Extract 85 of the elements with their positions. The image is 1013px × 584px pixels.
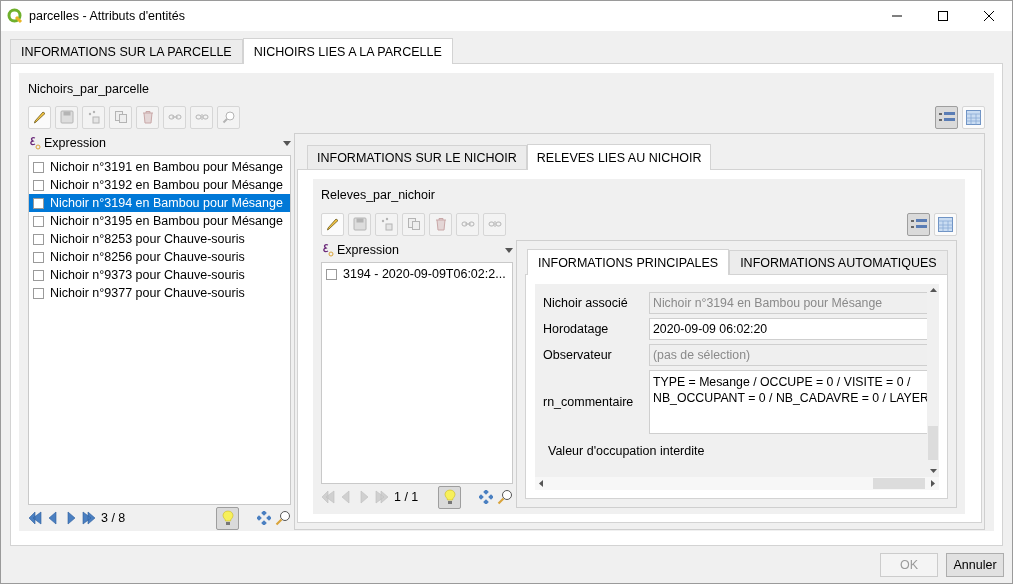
- zoom-icon[interactable]: [275, 510, 291, 526]
- feature-list-item[interactable]: Nichoir n°3192 en Bambou pour Mésange: [29, 176, 290, 194]
- tab[interactable]: INFORMATIONS SUR LA PARCELLE: [10, 39, 243, 63]
- tab[interactable]: INFORMATIONS PRINCIPALES: [527, 249, 730, 275]
- input-field[interactable]: 2020-09-09 06:02:20: [649, 318, 927, 340]
- checkbox[interactable]: [326, 268, 337, 280]
- field-label: Nichoir associé: [543, 296, 629, 310]
- table-view-icon: [966, 109, 981, 125]
- dropdown-caret-icon[interactable]: [505, 247, 513, 253]
- duplicate-icon: [113, 110, 128, 124]
- form-view-button[interactable]: [935, 105, 958, 129]
- form-view-button[interactable]: [907, 212, 930, 236]
- window-title: parcelles - Attributs d'entités: [29, 9, 186, 23]
- feature-list-item[interactable]: Nichoir n°8256 pour Chauve-souris: [29, 248, 290, 266]
- tab[interactable]: RELEVES LIES AU NICHOIR: [526, 144, 712, 170]
- scroll-up-arrow-icon[interactable]: [929, 288, 937, 292]
- tab[interactable]: NICHOIRS LIES A LA PARCELLE: [242, 38, 453, 64]
- feature-list-item[interactable]: Nichoir n°9373 pour Chauve-souris: [29, 266, 290, 284]
- table-view-button[interactable]: [934, 212, 957, 236]
- pencil-icon: [325, 217, 340, 231]
- zoom-icon: [221, 110, 236, 124]
- field-label: Horodatage: [543, 322, 610, 336]
- form-view-icon: [910, 218, 927, 230]
- record-counter: 1 / 1: [394, 490, 420, 504]
- vertical-scrollbar[interactable]: [927, 284, 939, 477]
- form-view-icon: [938, 111, 955, 123]
- expression-label: Expression: [44, 136, 107, 150]
- app-logo-icon: [7, 8, 23, 24]
- feature-list-item[interactable]: Nichoir n°9377 pour Chauve-souris: [29, 284, 290, 302]
- right-arrow-icon[interactable]: [64, 511, 78, 525]
- relation-title: Releves_par_nichoir: [321, 187, 436, 203]
- section-label: Valeur d'occupation interdite: [548, 444, 706, 458]
- pencil-icon: [32, 110, 47, 124]
- trash-icon: [433, 217, 448, 231]
- tab[interactable]: INFORMATIONS SUR LE NICHOIR: [307, 145, 527, 169]
- expression-icon: [28, 135, 42, 151]
- scroll-down-arrow-icon[interactable]: [929, 469, 937, 473]
- lightbulb-icon: [221, 510, 234, 526]
- feature-list-item[interactable]: Nichoir n°3195 en Bambou pour Mésange: [29, 212, 290, 230]
- horizontal-scrollbar[interactable]: [535, 477, 939, 490]
- field-label: Observateur: [543, 348, 613, 362]
- checkbox[interactable]: [33, 287, 44, 299]
- add-feature-icon: [86, 110, 101, 124]
- maximize-icon: [938, 11, 948, 21]
- edit-button[interactable]: [28, 105, 51, 129]
- pan-icon[interactable]: [479, 490, 493, 504]
- expression-label: Expression: [337, 243, 400, 257]
- checkbox[interactable]: [33, 251, 44, 263]
- feature-list-item[interactable]: 3194 - 2020-09-09T06:02:2...: [322, 265, 512, 283]
- dropdown-caret-icon[interactable]: [283, 140, 291, 146]
- record-counter: 3 / 8: [101, 511, 127, 525]
- checkbox[interactable]: [33, 269, 44, 281]
- scrollbar-thumb[interactable]: [928, 426, 938, 460]
- table-view-icon: [938, 216, 953, 232]
- scroll-right-arrow-icon[interactable]: [931, 480, 935, 487]
- checkbox[interactable]: [33, 197, 44, 209]
- checkbox[interactable]: [33, 215, 44, 227]
- left-arrow-icon[interactable]: [46, 511, 60, 525]
- save-icon: [352, 217, 367, 231]
- zoom-icon[interactable]: [497, 489, 513, 505]
- pan-icon[interactable]: [257, 511, 271, 525]
- table-view-button[interactable]: [962, 105, 985, 129]
- add-feature-icon: [379, 217, 394, 231]
- checkbox[interactable]: [33, 179, 44, 191]
- save-icon: [59, 110, 74, 124]
- duplicate-icon: [406, 217, 421, 231]
- highlight-button[interactable]: [216, 506, 239, 530]
- left-double-arrow-icon[interactable]: [28, 511, 42, 525]
- expression-icon: [321, 242, 335, 258]
- feature-list-item[interactable]: Nichoir n°8253 pour Chauve-souris: [29, 230, 290, 248]
- tab[interactable]: INFORMATIONS AUTOMATIQUES: [729, 250, 948, 274]
- right-double-arrow-icon[interactable]: [82, 511, 96, 525]
- dialog-button[interactable]: Annuler: [946, 552, 1004, 577]
- close-icon: [984, 11, 994, 21]
- checkbox[interactable]: [33, 161, 44, 173]
- scrollbar-thumb[interactable]: [873, 478, 925, 489]
- scroll-left-arrow-icon[interactable]: [539, 480, 543, 487]
- trash-icon: [140, 110, 155, 124]
- lightbulb-icon: [443, 489, 456, 505]
- field-label: rn_commentaire: [543, 395, 635, 409]
- feature-list-item[interactable]: Nichoir n°3194 en Bambou pour Mésange: [29, 194, 290, 212]
- edit-button[interactable]: [321, 212, 344, 236]
- checkbox[interactable]: [33, 233, 44, 245]
- feature-list-item[interactable]: Nichoir n°3191 en Bambou pour Mésange: [29, 158, 290, 176]
- relation-title: Nichoirs_par_parcelle: [28, 81, 150, 97]
